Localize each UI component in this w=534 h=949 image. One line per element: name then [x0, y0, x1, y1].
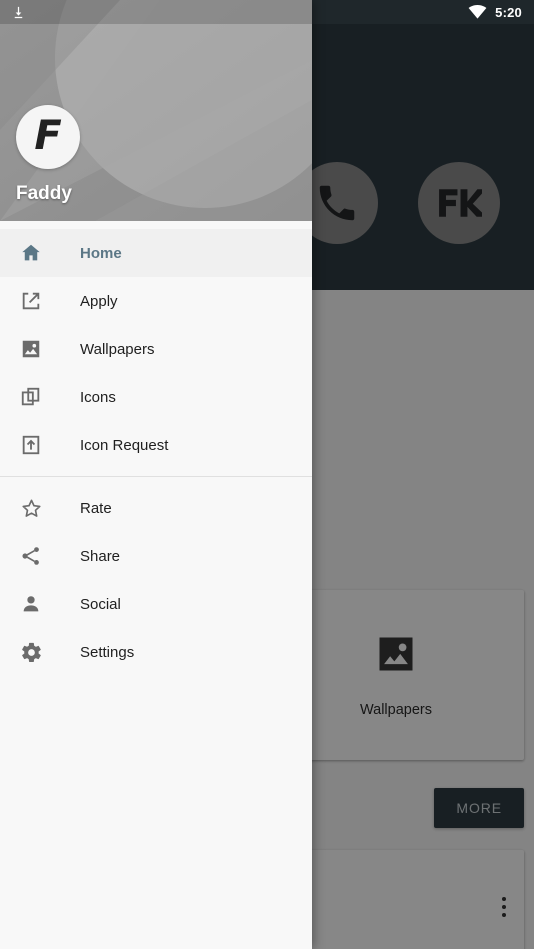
person-icon	[16, 593, 46, 615]
drawer-menu-list: Home Apply Wallpapers Icons Icon Request…	[0, 221, 312, 676]
sidebar-item-label: Home	[80, 244, 122, 262]
faddy-logo-icon: F	[34, 113, 62, 159]
sidebar-item-label: Share	[80, 547, 121, 565]
sidebar-item-label: Rate	[80, 499, 112, 517]
sidebar-item-label: Apply	[80, 292, 118, 310]
sidebar-item-share[interactable]: Share	[0, 532, 312, 580]
sidebar-item-label: Icons	[80, 388, 116, 406]
home-icon	[16, 242, 46, 264]
layers-copy-icon	[16, 386, 46, 408]
drawer-status-bar-overlay	[0, 0, 312, 24]
download-icon	[14, 6, 23, 18]
sidebar-item-label: Wallpapers	[80, 340, 155, 358]
sidebar-item-label: Social	[80, 595, 121, 613]
phone-screen: equest Wallpapers MORE	[0, 0, 534, 949]
upload-box-icon	[16, 434, 46, 456]
share-nodes-icon	[16, 545, 46, 567]
drawer-header: F Faddy	[0, 0, 312, 221]
sidebar-item-label: Icon Request	[80, 436, 169, 454]
gear-icon	[16, 641, 46, 664]
sidebar-item-wallpapers[interactable]: Wallpapers	[0, 325, 312, 373]
menu-divider	[0, 476, 312, 477]
wifi-icon	[468, 5, 487, 19]
sidebar-item-settings[interactable]: Settings	[0, 628, 312, 676]
navigation-drawer: F Faddy Home Apply Wallpapers Icons Icon…	[0, 0, 312, 949]
star-outline-icon	[16, 497, 46, 520]
sidebar-item-icon-request[interactable]: Icon Request	[0, 421, 312, 469]
sidebar-item-home[interactable]: Home	[0, 229, 312, 277]
sidebar-item-icons[interactable]: Icons	[0, 373, 312, 421]
sidebar-item-rate[interactable]: Rate	[0, 484, 312, 532]
avatar[interactable]: F	[16, 105, 80, 169]
status-bar-time: 5:20	[495, 4, 522, 20]
app-name-label: Faddy	[16, 183, 72, 204]
image-icon	[16, 338, 46, 360]
sidebar-item-social[interactable]: Social	[0, 580, 312, 628]
open-in-new-icon	[16, 290, 46, 312]
drawer-header-content: F Faddy	[0, 105, 312, 221]
sidebar-item-apply[interactable]: Apply	[0, 277, 312, 325]
sidebar-item-label: Settings	[80, 643, 135, 661]
